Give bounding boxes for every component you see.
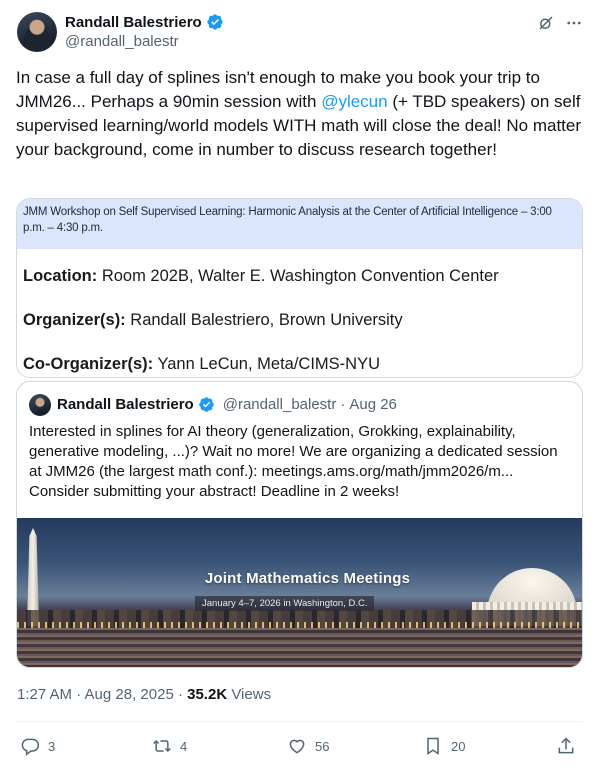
quote-separator: ·	[340, 396, 346, 413]
like-count: 56	[315, 738, 330, 754]
bookmark-icon	[427, 737, 439, 755]
coorganizer-label: Co-Organizer(s):	[23, 355, 154, 373]
bookmark-count: 20	[451, 738, 466, 754]
action-bar: 3 4 56 20	[0, 734, 599, 758]
share-button[interactable]	[556, 734, 576, 758]
share-icon	[558, 737, 574, 754]
heart-icon	[289, 739, 305, 754]
organizer-label: Organizer(s):	[23, 311, 126, 329]
quote-date: Aug 26	[349, 396, 397, 413]
time-date[interactable]: 1:27 AM · Aug 28, 2025 ·	[17, 686, 187, 703]
reply-count: 3	[48, 738, 56, 754]
image-coorganizer-line: Co-Organizer(s): Yann LeCun, Meta/CIMS-N…	[23, 355, 380, 374]
quote-avatar	[29, 394, 51, 416]
more-options-icon[interactable]	[565, 14, 583, 32]
photo-title: Joint Mathematics Meetings	[204, 570, 411, 587]
image-location-line: Location: Room 202B, Walter E. Washingto…	[23, 267, 499, 286]
author-handle[interactable]: @randall_balestr	[65, 33, 179, 50]
bookmark-button[interactable]: 20	[423, 734, 465, 758]
avatar[interactable]	[17, 12, 57, 52]
divider	[16, 721, 583, 722]
organizer-value: Randall Balestriero, Brown University	[125, 311, 403, 329]
attached-image[interactable]: JMM Workshop on Self Supervised Learning…	[16, 198, 583, 378]
photo-subtitle: January 4–7, 2026 in Washington, D.C.	[195, 596, 375, 611]
quote-handle: @randall_balestr	[222, 396, 337, 413]
quote-header: Randall Balestriero @randall_balestr · A…	[57, 396, 397, 413]
reply-icon	[21, 738, 40, 756]
like-button[interactable]: 56	[287, 734, 329, 758]
mention-link[interactable]: @ylecun	[321, 92, 387, 111]
quoted-tweet[interactable]: Randall Balestriero @randall_balestr · A…	[16, 381, 583, 668]
grok-icon[interactable]	[537, 14, 555, 32]
image-header: JMM Workshop on Self Supervised Learning…	[17, 199, 582, 249]
quote-display-name: Randall Balestriero	[57, 396, 194, 413]
author-display-name[interactable]: Randall Balestriero	[65, 14, 202, 31]
verified-badge-icon	[207, 14, 223, 30]
location-value: Room 202B, Walter E. Washington Conventi…	[97, 267, 499, 285]
quote-text: Interested in splines for AI theory (gen…	[29, 423, 558, 500]
quote-verified-badge-icon	[198, 397, 214, 412]
author-name-row: Randall Balestriero	[65, 12, 224, 32]
views-label: Views	[227, 686, 272, 703]
tweet: Randall Balestriero @randall_balestr In …	[0, 0, 599, 771]
tweet-text: In case a full day of splines isn't enou…	[16, 66, 581, 162]
image-organizer-line: Organizer(s): Randall Balestriero, Brown…	[23, 311, 403, 330]
repost-count: 4	[180, 738, 188, 754]
photo-water-reflection	[17, 628, 582, 667]
views-count: 35.2K	[187, 686, 228, 703]
location-label: Location:	[23, 267, 98, 285]
reply-button[interactable]: 3	[20, 734, 55, 758]
coorganizer-value: Yann LeCun, Meta/CIMS-NYU	[153, 355, 380, 373]
repost-button[interactable]: 4	[152, 734, 187, 758]
quote-photo: Joint Mathematics Meetings January 4–7, …	[17, 518, 582, 667]
repost-icon	[153, 739, 171, 753]
tweet-timestamp: 1:27 AM · Aug 28, 2025 · 35.2K Views	[17, 686, 271, 703]
